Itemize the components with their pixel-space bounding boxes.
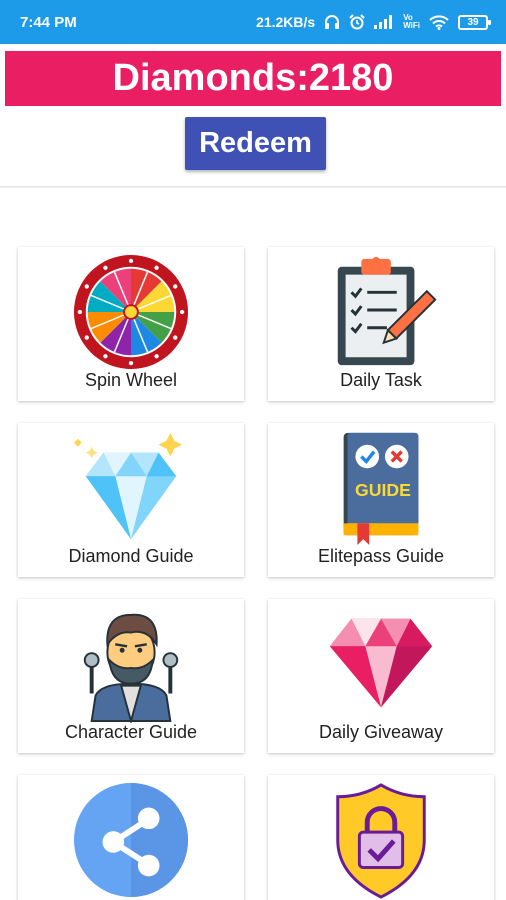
blue-diamond-icon (73, 432, 183, 540)
status-icons: 21.2KB/s Vo WiFi 39 (256, 14, 491, 30)
share-card[interactable] (18, 775, 244, 900)
headphones-icon (325, 15, 340, 29)
wifi-text: WiFi (403, 21, 420, 30)
character-guide-card[interactable]: Character Guide (18, 599, 244, 753)
diamond-guide-label: Diamond Guide (68, 546, 194, 566)
guide-book-icon: GUIDE (343, 432, 419, 546)
status-bar: 7:44 PM 21.2KB/s Vo WiFi 39 (0, 0, 506, 44)
elitepass-guide-label: Elitepass Guide (317, 546, 445, 566)
share-icon (73, 782, 189, 898)
divider (0, 186, 506, 188)
diamonds-balance-banner: Diamonds:2180 (5, 51, 501, 106)
signal-icon (374, 15, 393, 29)
spin-wheel-icon (73, 254, 189, 370)
daily-task-label: Daily Task (340, 370, 422, 390)
daily-giveaway-label: Daily Giveaway (318, 722, 444, 742)
character-guide-label: Character Guide (64, 722, 198, 742)
guide-book-text: GUIDE (355, 480, 411, 500)
daily-giveaway-card[interactable]: Daily Giveaway (268, 599, 494, 753)
wifi-icon (429, 14, 449, 30)
spin-wheel-card[interactable]: Spin Wheel (18, 247, 244, 401)
character-icon (83, 613, 179, 723)
battery-icon: 39 (458, 14, 491, 30)
privacy-card[interactable] (268, 775, 494, 900)
redeem-button[interactable]: Redeem (185, 117, 326, 170)
lock-shield-icon (336, 783, 426, 899)
vowifi-indicator: Vo WiFi (403, 14, 420, 30)
network-speed: 21.2KB/s (256, 14, 316, 30)
clipboard-icon (337, 256, 437, 366)
diamond-guide-card[interactable]: Diamond Guide (18, 423, 244, 577)
daily-task-card[interactable]: Daily Task (268, 247, 494, 401)
battery-level: 39 (467, 16, 479, 28)
elitepass-guide-card[interactable]: GUIDE Elitepass Guide (268, 423, 494, 577)
spin-wheel-label: Spin Wheel (84, 370, 178, 390)
alarm-icon (349, 14, 365, 30)
pink-diamond-icon (329, 618, 433, 708)
status-time: 7:44 PM (20, 13, 77, 31)
